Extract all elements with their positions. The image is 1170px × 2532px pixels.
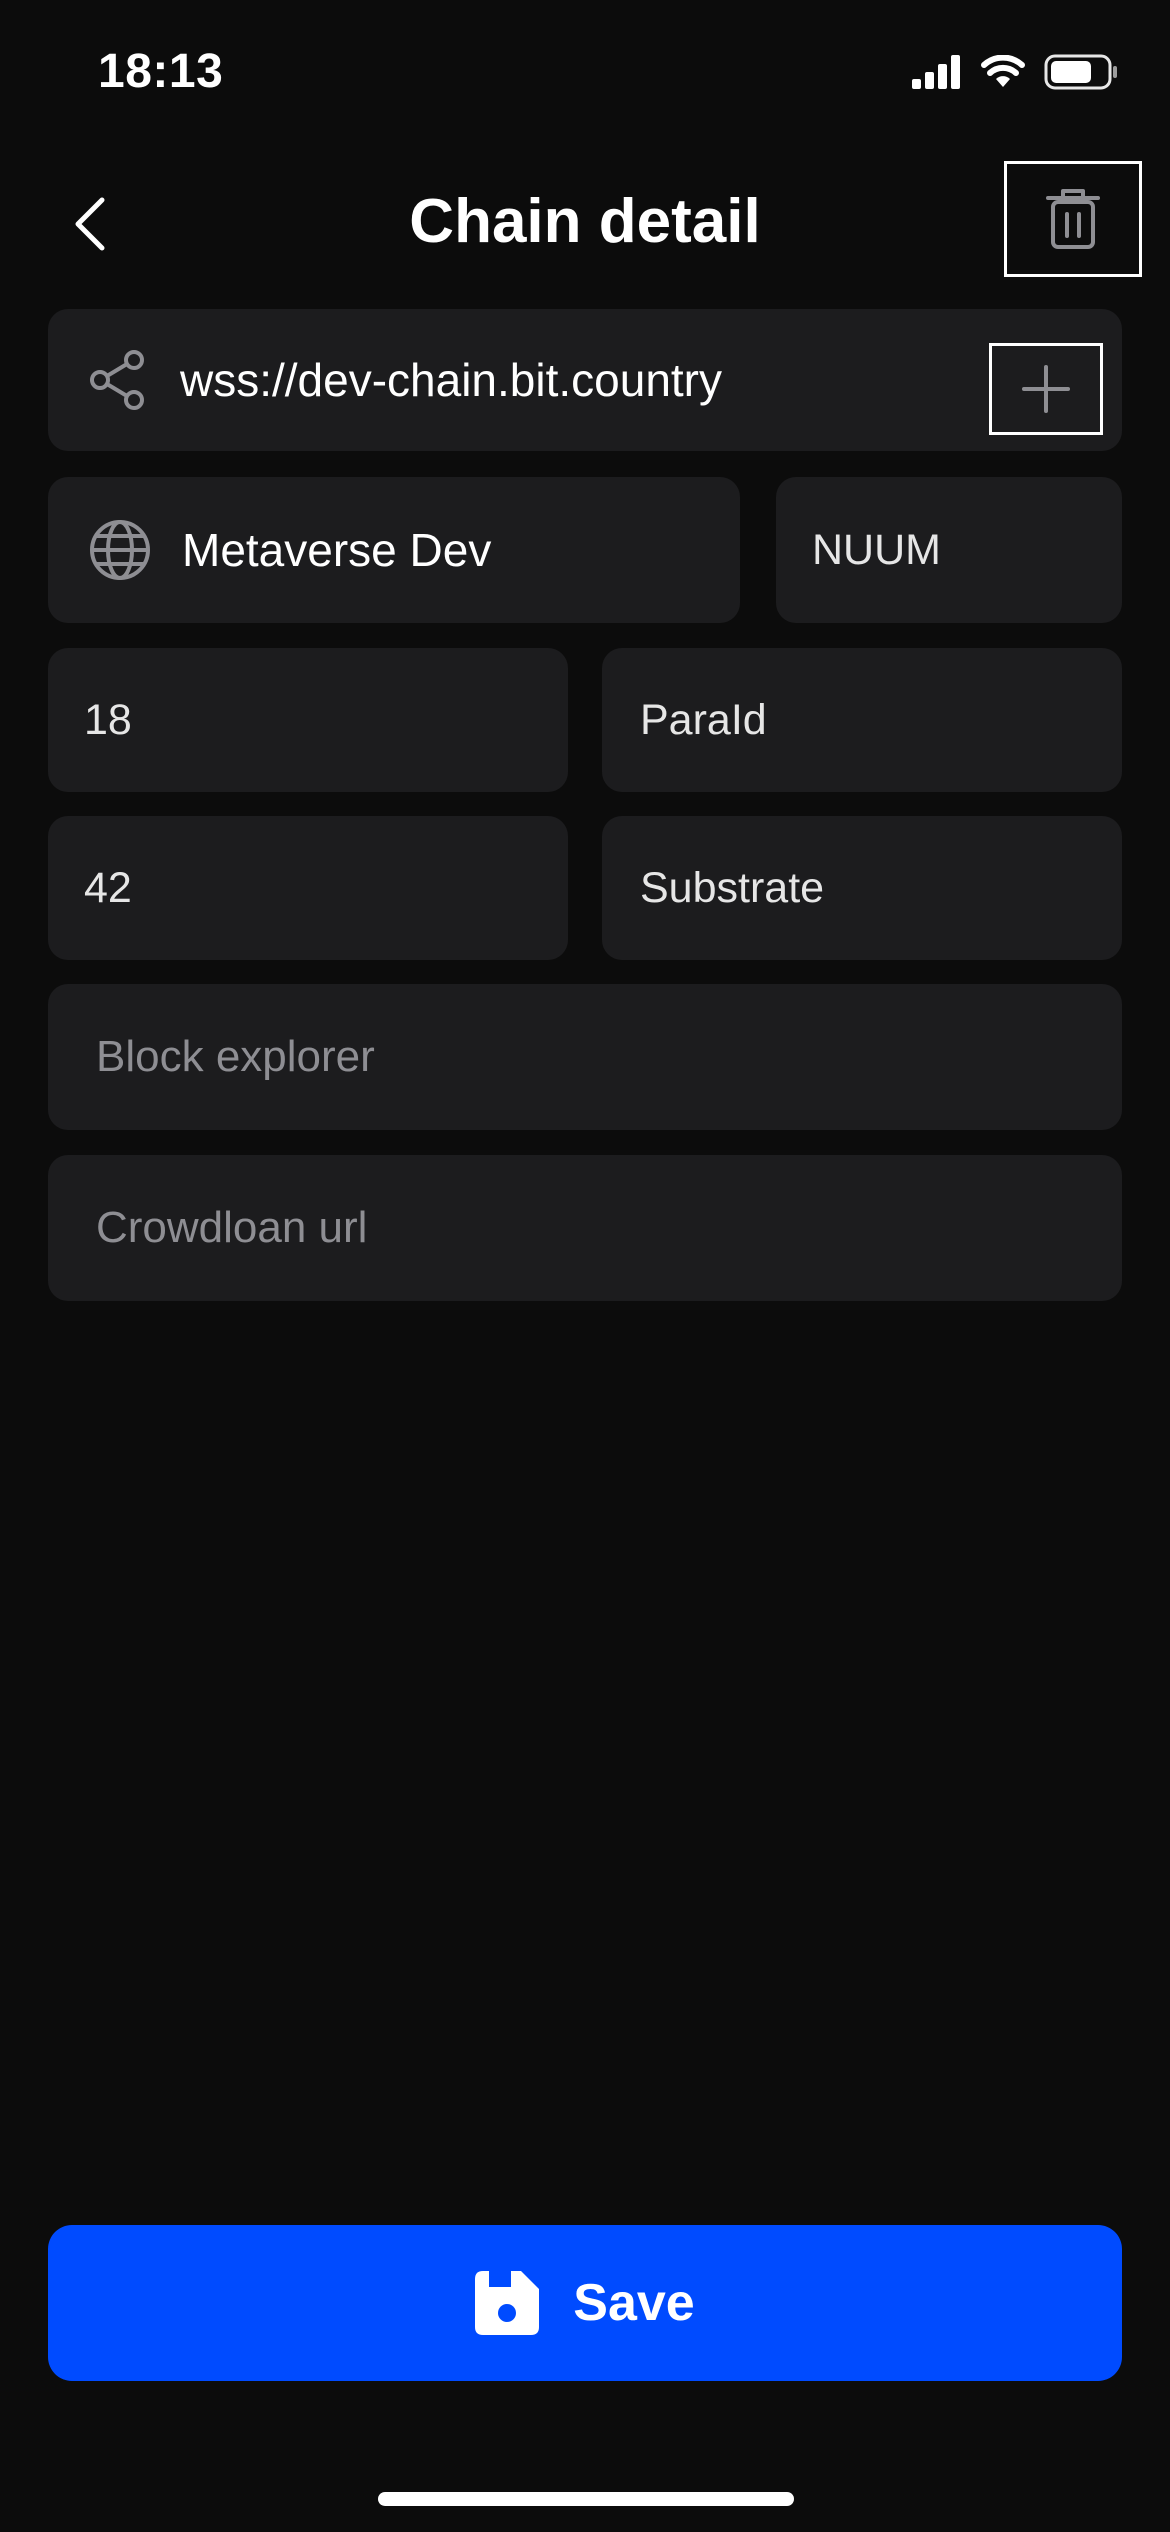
decimals-field[interactable]: 18: [48, 648, 568, 792]
block-explorer-field[interactable]: Block explorer: [48, 984, 1122, 1130]
add-provider-button[interactable]: [989, 343, 1103, 435]
chain-type-value: Substrate: [640, 863, 825, 912]
ss58-prefix-value: 42: [84, 863, 132, 912]
floppy-disk-icon: [475, 2271, 540, 2335]
page-title: Chain detail: [409, 187, 761, 256]
wifi-icon: [981, 55, 1025, 87]
crowdloan-url-field[interactable]: Crowdloan url: [48, 1155, 1122, 1301]
status-time: 18:13: [98, 45, 224, 98]
decimals-value: 18: [84, 695, 132, 744]
provider-url-field[interactable]: wss://dev-chain.bit.country: [48, 309, 1122, 451]
status-icons: [912, 54, 1118, 90]
battery-icon: [1044, 54, 1117, 90]
share-icon: [86, 348, 150, 412]
para-id-field[interactable]: ParaId: [602, 648, 1122, 792]
save-button[interactable]: Save: [48, 2225, 1122, 2381]
chain-detail-screen: 18:13 Chain detail wss://dev-chain.bit.c…: [0, 0, 1170, 2532]
symbol-value: NUUM: [812, 525, 941, 574]
chain-name-field[interactable]: Metaverse Dev: [48, 477, 740, 623]
home-indicator: [378, 2492, 794, 2506]
ss58-prefix-field[interactable]: 42: [48, 816, 568, 960]
plus-icon: [1022, 365, 1070, 413]
para-id-placeholder: ParaId: [640, 695, 767, 744]
symbol-field[interactable]: NUUM: [776, 477, 1122, 623]
provider-url-value: wss://dev-chain.bit.country: [180, 354, 723, 406]
trash-icon: [1046, 189, 1100, 249]
cellular-signal-icon: [912, 55, 960, 89]
chain-name-value: Metaverse Dev: [182, 524, 492, 576]
block-explorer-placeholder: Block explorer: [96, 1032, 375, 1081]
chain-type-field[interactable]: Substrate: [602, 816, 1122, 960]
save-label: Save: [573, 2274, 695, 2332]
crowdloan-url-placeholder: Crowdloan url: [96, 1203, 368, 1252]
delete-chain-button[interactable]: [1004, 161, 1142, 277]
globe-icon: [88, 518, 152, 582]
